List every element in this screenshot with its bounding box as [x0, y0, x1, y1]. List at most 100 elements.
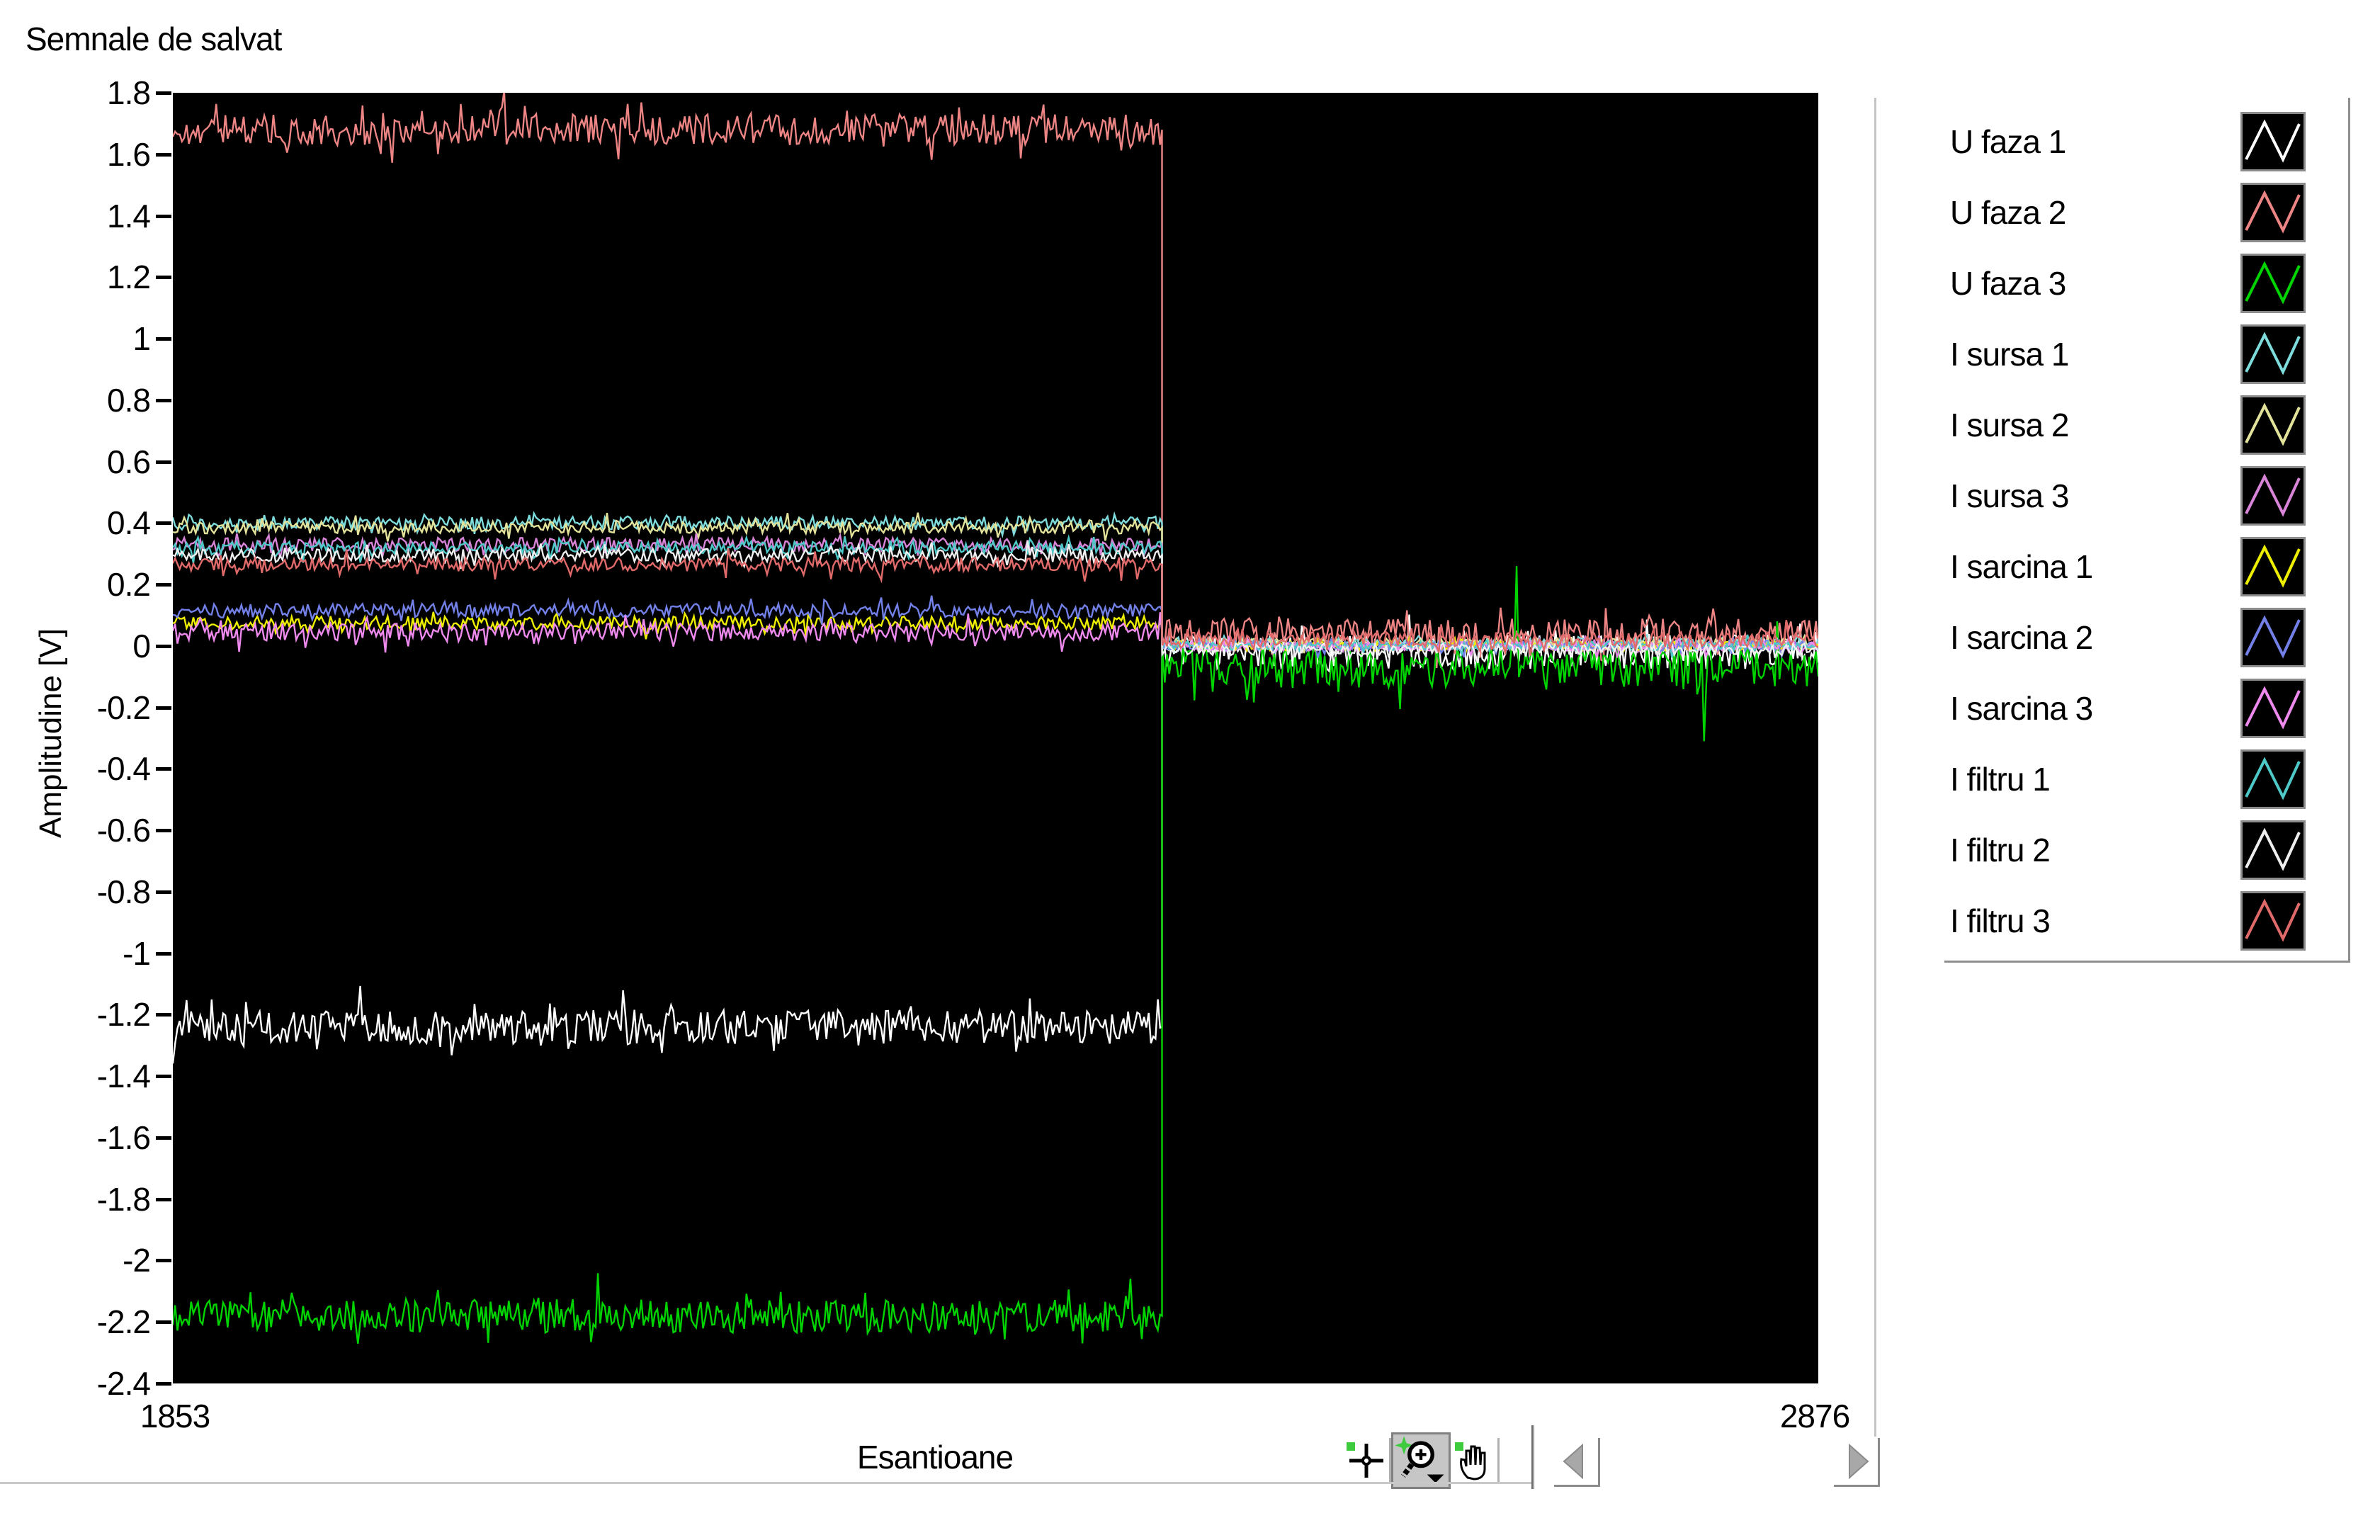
y-tick-label: -0.4 [26, 749, 150, 788]
legend-label: I sarcina 1 [1950, 547, 2092, 587]
legend-swatch[interactable] [2240, 254, 2306, 313]
y-tick-mark [156, 1198, 171, 1201]
y-tick-label: -1.2 [26, 995, 150, 1034]
legend-label: I filtru 1 [1950, 759, 2050, 799]
y-tick-label: 1.6 [26, 135, 150, 174]
legend-label: I sursa 1 [1950, 334, 2068, 374]
zigzag-line-icon [2243, 610, 2304, 665]
tool-active-led [1347, 1442, 1355, 1451]
y-tick-label: -2 [26, 1241, 150, 1279]
legend-label: U faza 3 [1950, 264, 2066, 303]
triangle-left-icon [1554, 1438, 1598, 1485]
legend-swatch[interactable] [2240, 395, 2306, 455]
y-tick-label: -0.2 [26, 689, 150, 727]
y-tick-label: -0.8 [26, 873, 150, 911]
y-tick-label: -1.8 [26, 1180, 150, 1218]
zigzag-line-icon [2243, 256, 2304, 311]
y-tick-mark [156, 521, 171, 525]
pan-tool-button[interactable] [1451, 1438, 1500, 1484]
y-tick-mark [156, 337, 171, 341]
zigzag-line-icon [2243, 893, 2304, 949]
zigzag-line-icon [2243, 681, 2304, 736]
y-tick-mark [156, 153, 171, 157]
x-axis-title: Esantioane [829, 1438, 1041, 1476]
y-tick-mark [156, 890, 171, 894]
y-tick-label: 1.2 [26, 258, 150, 296]
plot-area[interactable] [173, 93, 1818, 1383]
legend-swatch[interactable] [2240, 112, 2306, 171]
y-tick-label: 0 [26, 627, 150, 665]
zigzag-line-icon [2243, 752, 2304, 807]
zigzag-line-icon [2243, 397, 2304, 453]
y-tick-label: 0.8 [26, 381, 150, 419]
graph-title: Semnale de salvat [26, 20, 281, 58]
y-tick-mark [156, 1259, 171, 1262]
y-tick-label: 0.4 [26, 504, 150, 542]
toolbar-separator [1531, 1425, 1535, 1489]
x-scroll-right-button[interactable] [1834, 1438, 1880, 1487]
magnifier-zoom-icon [1393, 1434, 1449, 1487]
y-tick-mark [156, 1136, 171, 1140]
y-tick-mark [156, 1013, 171, 1017]
y-tick-mark [156, 399, 171, 402]
y-tick-mark [156, 91, 171, 95]
y-tick-mark [156, 583, 171, 587]
legend-swatch[interactable] [2240, 324, 2306, 384]
zigzag-line-icon [2243, 468, 2304, 523]
y-tick-mark [156, 1075, 171, 1078]
x-tick-min: 1853 [69, 1397, 281, 1435]
y-tick-label: -2.2 [26, 1303, 150, 1341]
y-tick-mark [156, 1382, 171, 1386]
legend-label: U faza 1 [1950, 122, 2066, 162]
legend-swatch[interactable] [2240, 749, 2306, 809]
y-tick-label: 1.4 [26, 197, 150, 235]
y-tick-mark [156, 952, 171, 956]
legend-swatch[interactable] [2240, 183, 2306, 242]
zigzag-line-icon [2243, 539, 2304, 594]
y-tick-mark [156, 645, 171, 648]
zigzag-line-icon [2243, 114, 2304, 169]
cursor-tool-button[interactable] [1342, 1438, 1391, 1484]
y-tick-label: -1 [26, 934, 150, 973]
legend-swatch[interactable] [2240, 466, 2306, 526]
legend-swatch[interactable] [2240, 891, 2306, 951]
zigzag-line-icon [2243, 327, 2304, 382]
y-tick-mark [156, 215, 171, 218]
y-tick-label: 1 [26, 319, 150, 358]
triangle-right-icon [1834, 1438, 1878, 1485]
trace-U-faza-2 [173, 93, 1818, 668]
legend-label: I sarcina 3 [1950, 689, 2092, 728]
legend-label: I sarcina 2 [1950, 618, 2092, 657]
y-tick-mark [156, 767, 171, 771]
y-tick-label: 1.8 [26, 74, 150, 112]
legend-swatch[interactable] [2240, 820, 2306, 880]
y-tick-mark [156, 276, 171, 279]
legend-label: I filtru 2 [1950, 830, 2050, 870]
trace-U-faza-1 [173, 615, 1818, 1064]
legend-label: I sursa 3 [1950, 476, 2068, 516]
legend-swatch[interactable] [2240, 537, 2306, 596]
waveform-traces [173, 93, 1818, 1383]
y-tick-label: 0.2 [26, 565, 150, 604]
legend-swatch[interactable] [2240, 608, 2306, 667]
legend-bottom-border [1944, 961, 2350, 963]
zoom-tool-button[interactable] [1391, 1432, 1451, 1489]
x-scroll-left-button[interactable] [1554, 1438, 1600, 1487]
legend-label: U faza 2 [1950, 193, 2066, 232]
zigzag-line-icon [2243, 185, 2304, 240]
y-tick-mark [156, 1320, 171, 1324]
legend-label: I sursa 2 [1950, 405, 2068, 445]
tool-active-led [1455, 1442, 1463, 1451]
legend-right-border [2348, 98, 2350, 961]
y-tick-label: 0.6 [26, 443, 150, 481]
zigzag-line-icon [2243, 822, 2304, 878]
y-tick-mark [156, 460, 171, 464]
y-tick-label: -0.6 [26, 811, 150, 849]
legend-label: I filtru 3 [1950, 901, 2050, 941]
legend-swatch[interactable] [2240, 679, 2306, 738]
x-tick-max: 2876 [1708, 1397, 1921, 1435]
y-tick-mark [156, 706, 171, 710]
bottom-separator-line [0, 1482, 1531, 1484]
y-tick-label: -1.4 [26, 1057, 150, 1095]
y-tick-mark [156, 829, 171, 832]
